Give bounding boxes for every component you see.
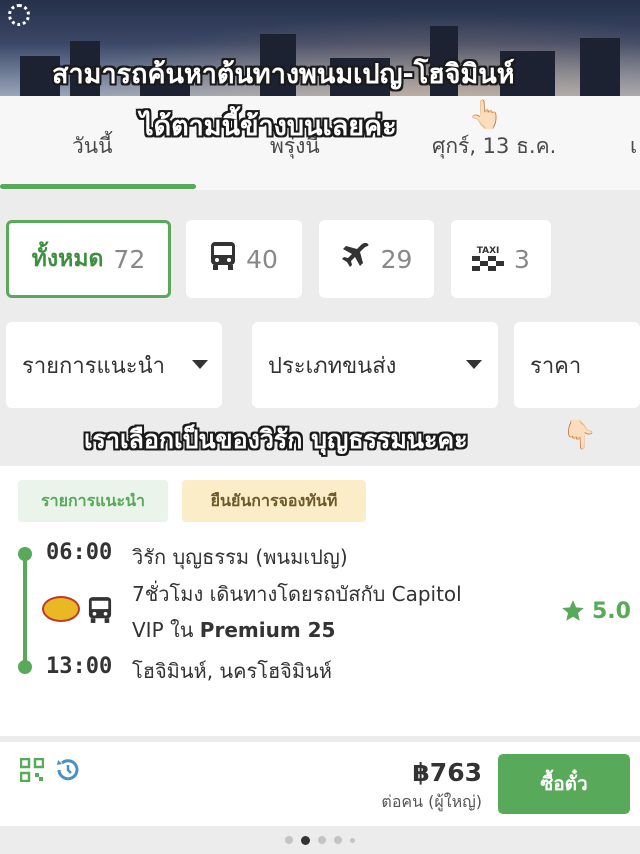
trip-class-prefix: VIP ใน [132, 618, 200, 642]
price-dropdown-label: ราคา [530, 353, 582, 379]
taxi-icon: TAXI [472, 246, 505, 272]
ticket-price: ฿763 [412, 758, 482, 787]
star-icon [562, 600, 584, 621]
filter-flight[interactable]: 29 [319, 220, 434, 298]
depart-place: วิรัก บุญธรรม (พนมเปญ) [132, 545, 348, 569]
caption-line2: ได้ตามนี้ข้างบนเลยค่ะ [140, 111, 397, 142]
sort-dropdown-label: รายการแนะนำ [22, 353, 165, 379]
taxi-icon-text: TAXI [476, 246, 500, 256]
buy-ticket-button[interactable]: ซื้อตั๋ว [498, 754, 630, 814]
filter-all[interactable]: ทั้งหมด 72 [6, 220, 171, 298]
page-dot [285, 836, 293, 844]
depart-dot [18, 547, 32, 561]
transport-type-dropdown[interactable]: ประเภทขนส่ง [252, 322, 498, 408]
arrive-time: 13:00 [46, 654, 113, 679]
rating: 5.0 [560, 598, 631, 624]
page-dot [318, 836, 326, 844]
price-dropdown[interactable]: ราคา [514, 322, 640, 408]
tab-next[interactable]: เ [630, 130, 637, 163]
building [580, 38, 620, 96]
page-dot-active [301, 835, 310, 845]
chevron-down-icon [192, 360, 208, 369]
recommended-badge: รายการแนะนำ [18, 480, 168, 522]
caption-line1: สามารถค้นหาต้นทางพนมเปญ-โฮจิมินห์ [52, 59, 515, 90]
filter-all-label: ทั้งหมด [31, 246, 104, 272]
trip-description-line1: 7ชั่วโมง เดินทางโดยรถบัสกับ Capitol [132, 582, 462, 606]
transport-type-label: ประเภทขนส่ง [268, 353, 397, 379]
page-dot [334, 836, 342, 844]
trip-card[interactable]: รายการแนะนำ ยืนยันการจองทันที 06:00 วิรั… [0, 466, 640, 736]
trip-description-line2: VIP ใน Premium 25 [132, 612, 532, 648]
page-indicator [0, 826, 640, 854]
airplane-icon [341, 241, 371, 277]
refund-clock-icon[interactable] [54, 756, 82, 788]
filter-bus-count: 40 [246, 244, 278, 274]
route-timeline [23, 554, 27, 668]
filter-taxi-count: 3 [514, 244, 530, 274]
active-tab-indicator [0, 184, 196, 189]
filter-all-count: 72 [113, 244, 146, 274]
tab-friday[interactable]: ศุกร์, 13 ธ.ค. [432, 130, 556, 163]
filter-bus[interactable]: 40 [186, 220, 302, 298]
pointing-up-icon: 👆🏻 [468, 98, 503, 131]
loading-icon [8, 4, 30, 26]
pointing-down-icon: 👇🏻 [562, 418, 597, 451]
qr-code-icon[interactable] [19, 757, 45, 786]
operator-logo [42, 596, 80, 622]
instant-confirm-badge: ยืนยันการจองทันที [182, 480, 366, 522]
tab-today[interactable]: วันนี้ [72, 130, 113, 163]
trip-description: 7ชั่วโมง เดินทางโดยรถบัสกับ Capitol VIP … [132, 576, 532, 648]
trip-class-name: Premium 25 [199, 618, 336, 642]
arrive-dot [18, 660, 32, 674]
booking-bar: ฿763 ต่อคน (ผู้ใหญ่) ซื้อตั๋ว [0, 742, 640, 826]
bus-icon [210, 241, 236, 277]
sort-dropdown[interactable]: รายการแนะนำ [6, 322, 222, 408]
page-dot [350, 837, 355, 843]
caption-line3: เราเลือกเป็นของวิรัก บุญธรรมนะคะ [84, 425, 468, 454]
arrive-place: โฮจิมินห์, นครโฮจิมินห์ [132, 659, 332, 683]
depart-time: 06:00 [46, 540, 113, 565]
chevron-down-icon [466, 360, 482, 369]
filter-taxi[interactable]: TAXI 3 [451, 220, 551, 298]
bus-icon [88, 596, 112, 628]
rating-value: 5.0 [592, 598, 631, 624]
filter-flight-count: 29 [380, 244, 413, 274]
price-note: ต่อคน (ผู้ใหญ่) [381, 792, 482, 811]
